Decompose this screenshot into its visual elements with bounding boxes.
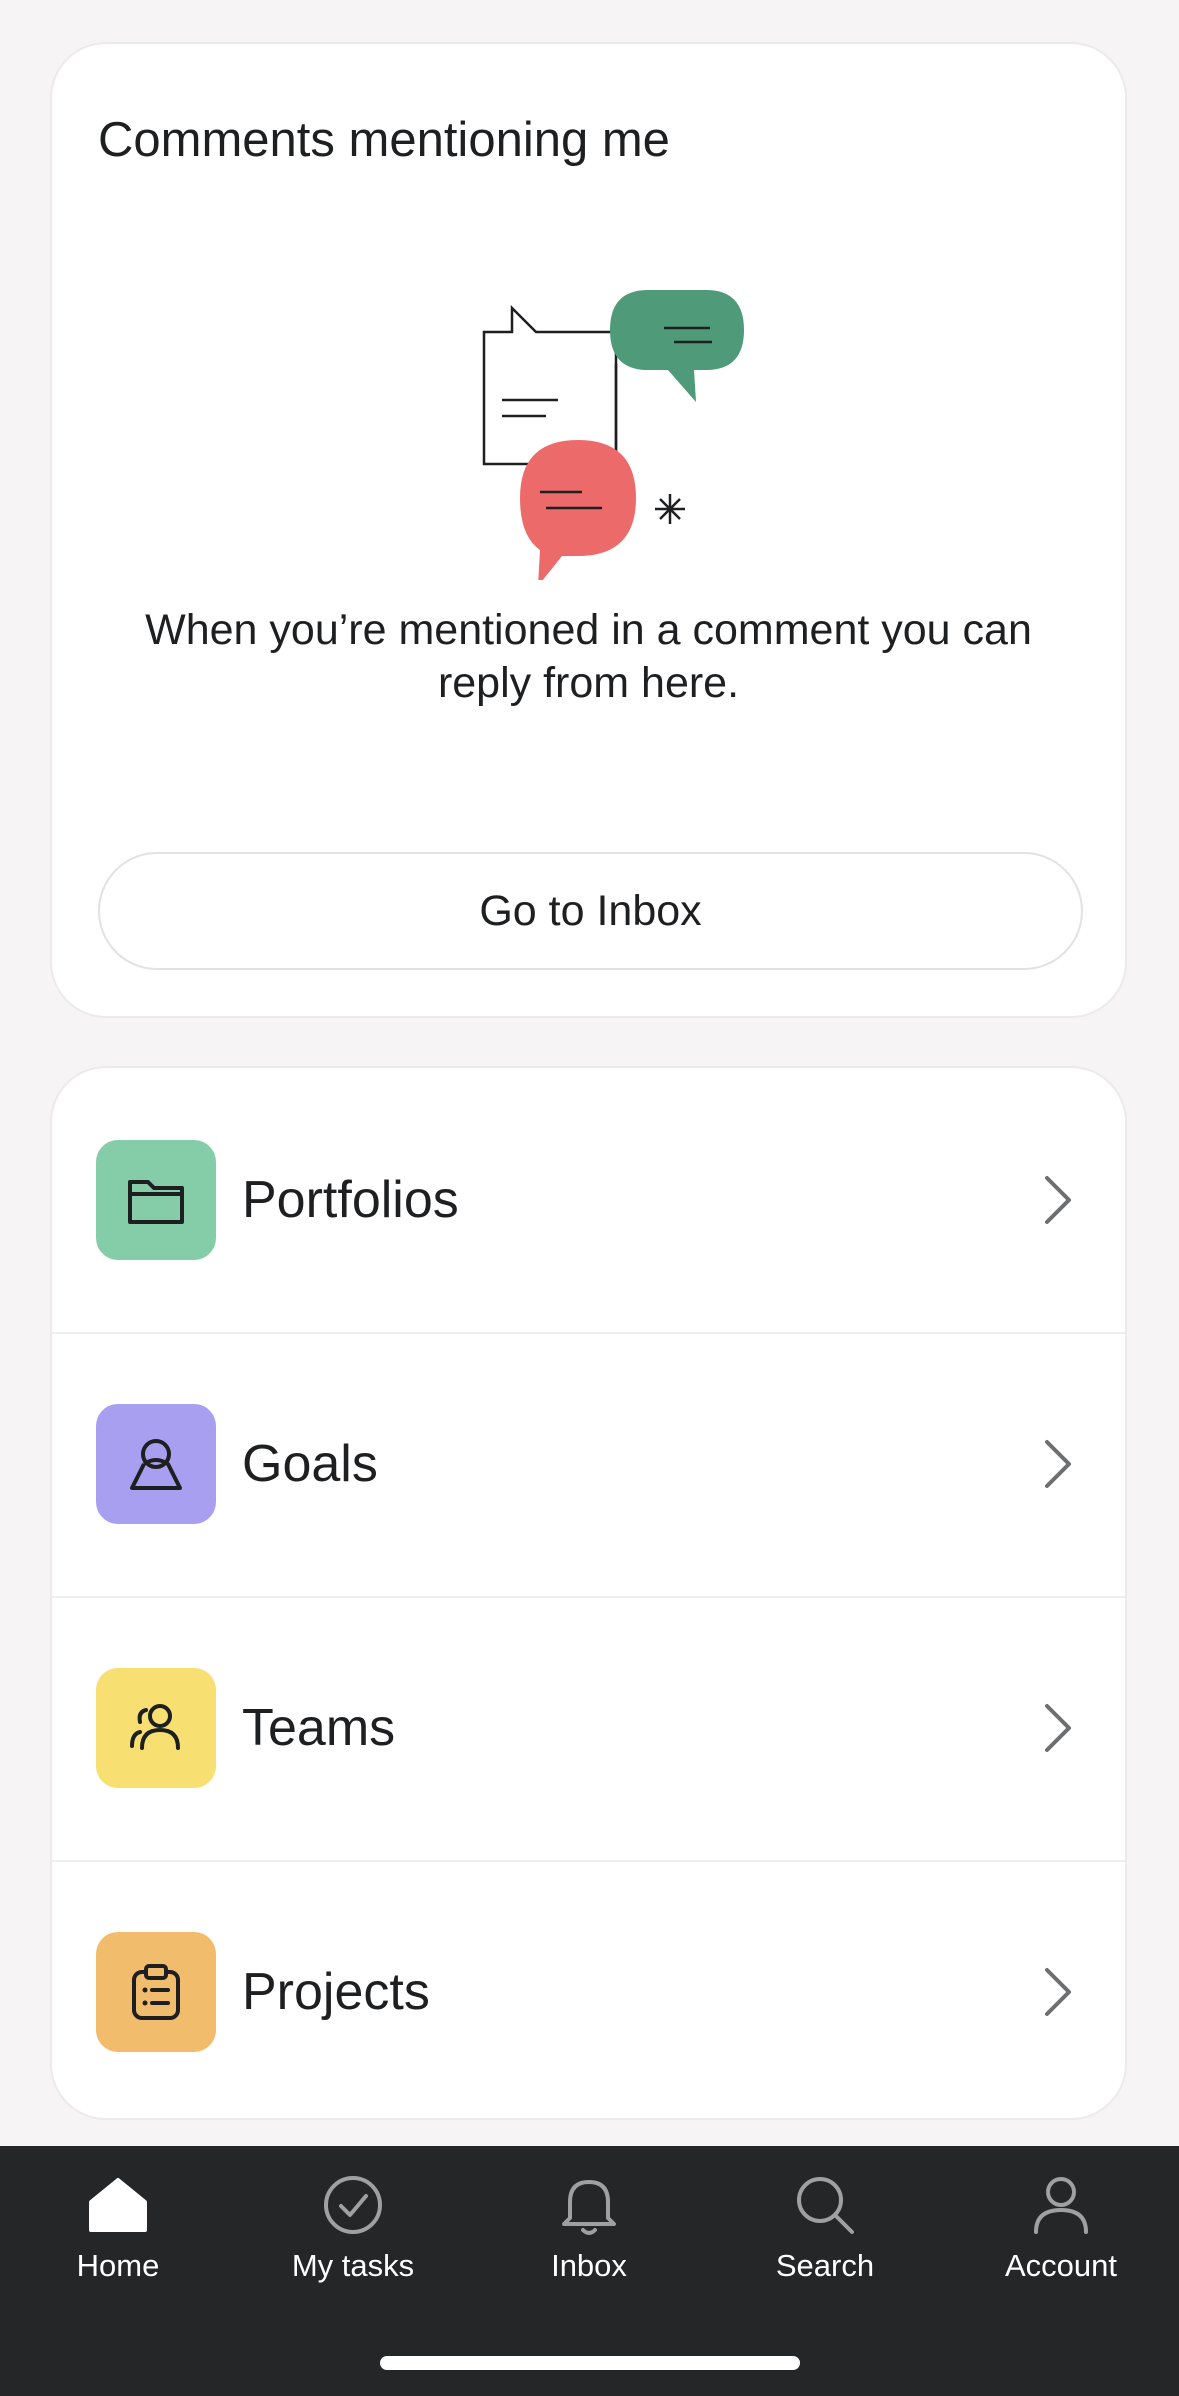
person-icon [1034, 2177, 1088, 2234]
goals-row[interactable]: Goals [52, 1332, 1125, 1598]
red-bubble [520, 440, 636, 580]
portfolios-label: Portfolios [242, 1171, 459, 1229]
projects-tile [96, 1932, 216, 2052]
goal-icon [130, 1439, 182, 1490]
check-circle-icon [324, 2176, 382, 2234]
tab-home[interactable]: Home [0, 2146, 236, 2306]
empty-state-message: When you’re mentioned in a comment you c… [145, 606, 1032, 707]
chevron-right-icon [1045, 1176, 1071, 1224]
tab-label: My tasks [291, 2248, 415, 2283]
projects-row[interactable]: Projects [52, 1860, 1125, 2118]
tab-account[interactable]: Account [943, 2146, 1179, 2306]
comments-illustration [482, 290, 744, 580]
tab-label: Account [1004, 2248, 1117, 2283]
green-bubble [610, 290, 744, 402]
outline-bubble [482, 304, 618, 466]
tab-inbox[interactable]: Inbox [471, 2146, 707, 2306]
home-indicator [380, 2356, 800, 2370]
goals-tile [96, 1404, 216, 1524]
card-title: Comments mentioning me [98, 113, 670, 167]
goals-label: Goals [242, 1435, 378, 1493]
teams-row[interactable]: Teams [52, 1596, 1125, 1862]
teams-label: Teams [242, 1699, 396, 1757]
browse-links-card: Portfolios Goals Teams Projects [50, 1066, 1127, 2120]
folder-icon [128, 1180, 184, 1224]
portfolios-row[interactable]: Portfolios [52, 1068, 1125, 1334]
sparkle-icon [655, 494, 685, 524]
chevron-right-icon [1045, 1704, 1071, 1752]
chevron-right-icon [1045, 1968, 1071, 2016]
bell-icon [562, 2180, 616, 2235]
tab-label: Inbox [551, 2248, 627, 2283]
search-icon [797, 2177, 854, 2234]
tab-label: Search [775, 2248, 875, 2283]
home-icon [89, 2178, 147, 2232]
go-to-inbox-button[interactable]: Go to Inbox [98, 852, 1083, 970]
portfolios-tile [96, 1140, 216, 1260]
tab-label: Home [76, 2248, 160, 2283]
chevron-right-icon [1045, 1440, 1071, 1488]
clipboard-list-icon [132, 1964, 180, 2020]
projects-label: Projects [242, 1963, 430, 2021]
tab-search[interactable]: Search [707, 2146, 943, 2306]
people-icon [130, 1704, 180, 1750]
tab-my-tasks[interactable]: My tasks [235, 2146, 471, 2306]
comments-mentioning-card: Comments mentioning me When you’re menti… [50, 42, 1127, 1018]
teams-tile [96, 1668, 216, 1788]
